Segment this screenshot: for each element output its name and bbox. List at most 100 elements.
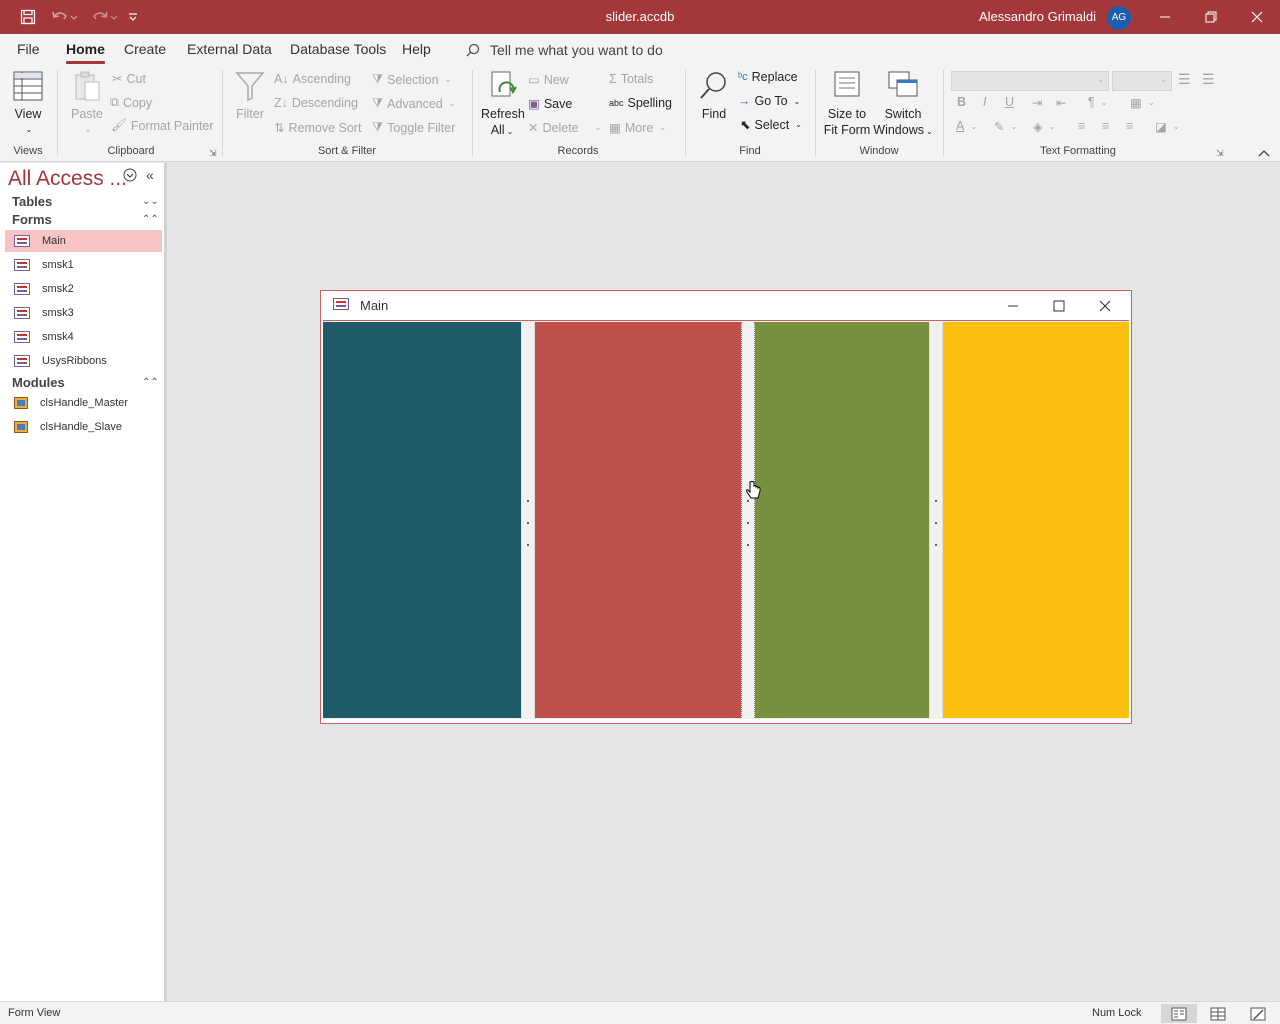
cut-button[interactable]: ✂ Cut: [112, 71, 146, 87]
format-painter-button[interactable]: 🖌 Format Painter: [111, 118, 214, 133]
refresh-all-button[interactable]: Refresh All ⌄: [481, 70, 525, 140]
gridlines-icon[interactable]: ▦ ⌄: [1130, 95, 1155, 110]
nav-pane-title[interactable]: All Access ...: [8, 167, 127, 191]
nav-item-smsk4[interactable]: smsk4: [5, 326, 162, 348]
switch-windows-button[interactable]: Switch Windows ⌄: [872, 70, 934, 140]
align-left-icon[interactable]: ≡: [1078, 119, 1085, 133]
find-button[interactable]: Find: [696, 70, 732, 122]
nav-menu-icon[interactable]: [123, 168, 137, 185]
font-color-icon[interactable]: A ⌄: [956, 119, 977, 133]
form-view-icon[interactable]: [1161, 1004, 1197, 1023]
design-view-icon[interactable]: [1240, 1004, 1276, 1023]
nav-item-smsk3[interactable]: smsk3: [5, 302, 162, 324]
form-title-bar[interactable]: Main: [321, 291, 1131, 320]
format-painter-label: Format Painter: [130, 118, 214, 133]
new-record-button[interactable]: ▭ New: [528, 72, 569, 88]
tab-home[interactable]: Home: [66, 34, 105, 66]
ascending-button[interactable]: A↓ Ascending: [274, 72, 351, 86]
collapse-modules-icon[interactable]: ⌃⌃: [142, 377, 159, 388]
minimize-button[interactable]: [1142, 0, 1188, 34]
size-to-fit-form-button[interactable]: Size to Fit Form: [822, 70, 872, 138]
redo-icon[interactable]: [84, 0, 124, 34]
collapse-ribbon-icon[interactable]: [1258, 146, 1270, 160]
totals-button[interactable]: Σ Totals: [609, 72, 653, 86]
spelling-button[interactable]: abc Spelling: [609, 96, 672, 110]
tab-external-data[interactable]: External Data: [187, 34, 272, 66]
clipboard-launcher-icon[interactable]: ⇲: [209, 148, 217, 159]
tab-database-tools[interactable]: Database Tools: [290, 34, 386, 66]
restore-button[interactable]: [1188, 0, 1234, 34]
undo-icon[interactable]: [44, 0, 84, 34]
view-button[interactable]: View ⌄: [8, 70, 48, 138]
form-title: Main: [360, 298, 389, 313]
expand-tables-icon[interactable]: ⌄⌄: [142, 196, 159, 207]
form-minimize-button[interactable]: [990, 291, 1036, 320]
copy-button[interactable]: ⧉ Copy: [110, 95, 152, 110]
text-formatting-launcher-icon[interactable]: ⇲: [1216, 148, 1224, 159]
replace-button[interactable]: ᵇc Replace: [738, 70, 798, 84]
nav-item-usysribbons[interactable]: UsysRibbons: [5, 350, 162, 372]
filter-button[interactable]: Filter: [230, 70, 270, 122]
remove-sort-button[interactable]: ⇅ Remove Sort: [274, 120, 361, 136]
selection-button[interactable]: ⧩ Selection ⌄: [372, 72, 451, 87]
nav-category-modules[interactable]: Modules: [12, 375, 65, 390]
bullets-icon[interactable]: ☰: [1178, 71, 1191, 88]
increase-indent-icon[interactable]: ⇥: [1032, 95, 1042, 110]
select-button[interactable]: ⬉ Select ⌄: [740, 117, 802, 133]
tell-me-box[interactable]: Tell me what you want to do: [466, 34, 663, 66]
toggle-filter-button[interactable]: ⧩ Toggle Filter: [372, 120, 455, 135]
numbering-icon[interactable]: ☰: [1202, 71, 1215, 88]
chevron-down-icon: ⌄: [659, 123, 666, 132]
paragraph-direction-icon[interactable]: ¶ ⌄: [1088, 95, 1107, 109]
customize-toolbar-icon[interactable]: [124, 0, 142, 34]
advanced-filter-icon: ⧩: [372, 96, 384, 110]
font-size-select[interactable]: ⌄: [1112, 71, 1172, 91]
highlight-color-icon[interactable]: ✎ ⌄: [994, 119, 1017, 134]
nav-item-smsk1[interactable]: smsk1: [5, 254, 162, 276]
chevron-down-icon: ⌄: [1097, 75, 1104, 84]
splitter-handle-3[interactable]: [929, 322, 943, 718]
replace-icon: ᵇc: [738, 71, 748, 83]
chevron-down-icon: ⌄: [1010, 122, 1018, 131]
group-text-formatting-label: Text Formatting: [1040, 145, 1116, 157]
align-right-icon[interactable]: ≡: [1126, 119, 1133, 133]
user-name[interactable]: Alessandro Grimaldi: [940, 0, 1096, 34]
fill-color-icon[interactable]: ◈ ⌄: [1033, 119, 1055, 134]
form-maximize-button[interactable]: [1036, 291, 1082, 320]
form-close-button[interactable]: [1082, 291, 1128, 320]
align-center-icon[interactable]: ≡: [1102, 119, 1109, 133]
go-to-button[interactable]: → Go To ⌄: [738, 94, 800, 108]
nav-item-smsk2[interactable]: smsk2: [5, 278, 162, 300]
save-record-button[interactable]: ▣ Save: [528, 96, 572, 112]
nav-item-main[interactable]: Main: [5, 230, 162, 252]
tab-file[interactable]: File: [17, 34, 40, 66]
save-icon[interactable]: [14, 0, 42, 34]
avatar[interactable]: AG: [1107, 6, 1131, 30]
delete-record-button[interactable]: ✕ Delete ⌄: [528, 120, 601, 136]
splitter-handle-2[interactable]: [741, 322, 755, 718]
nav-category-tables[interactable]: Tables: [12, 194, 52, 209]
arrow-right-icon: →: [738, 94, 751, 108]
alternate-row-color-icon[interactable]: ◪ ⌄: [1155, 119, 1180, 134]
advanced-button[interactable]: ⧩ Advanced ⌄: [372, 96, 455, 111]
nav-item-clshandle-master[interactable]: clsHandle_Master: [5, 392, 162, 414]
underline-button[interactable]: U: [1005, 95, 1014, 109]
collapse-forms-icon[interactable]: ⌃⌃: [142, 214, 159, 225]
more-button[interactable]: ▦ More ⌄: [609, 120, 666, 136]
descending-button[interactable]: Z↓ Descending: [274, 96, 358, 110]
shutter-bar-close-icon[interactable]: «: [146, 167, 154, 183]
italic-button[interactable]: I: [983, 95, 986, 109]
nav-item-clshandle-slave[interactable]: clsHandle_Slave: [5, 416, 162, 438]
splitter-handle-1[interactable]: [521, 322, 535, 718]
more-label: More: [624, 120, 654, 135]
layout-view-icon[interactable]: [1200, 1004, 1236, 1023]
paste-button[interactable]: Paste ⌄: [67, 70, 107, 138]
tab-create[interactable]: Create: [124, 34, 166, 66]
close-button[interactable]: [1234, 0, 1280, 34]
toggle-filter-label: Toggle Filter: [387, 120, 456, 135]
nav-category-forms[interactable]: Forms: [12, 212, 52, 227]
bold-button[interactable]: B: [957, 95, 966, 109]
decrease-indent-icon[interactable]: ⇤: [1056, 95, 1066, 110]
tab-help[interactable]: Help: [402, 34, 431, 66]
font-name-select[interactable]: ⌄: [951, 71, 1109, 91]
